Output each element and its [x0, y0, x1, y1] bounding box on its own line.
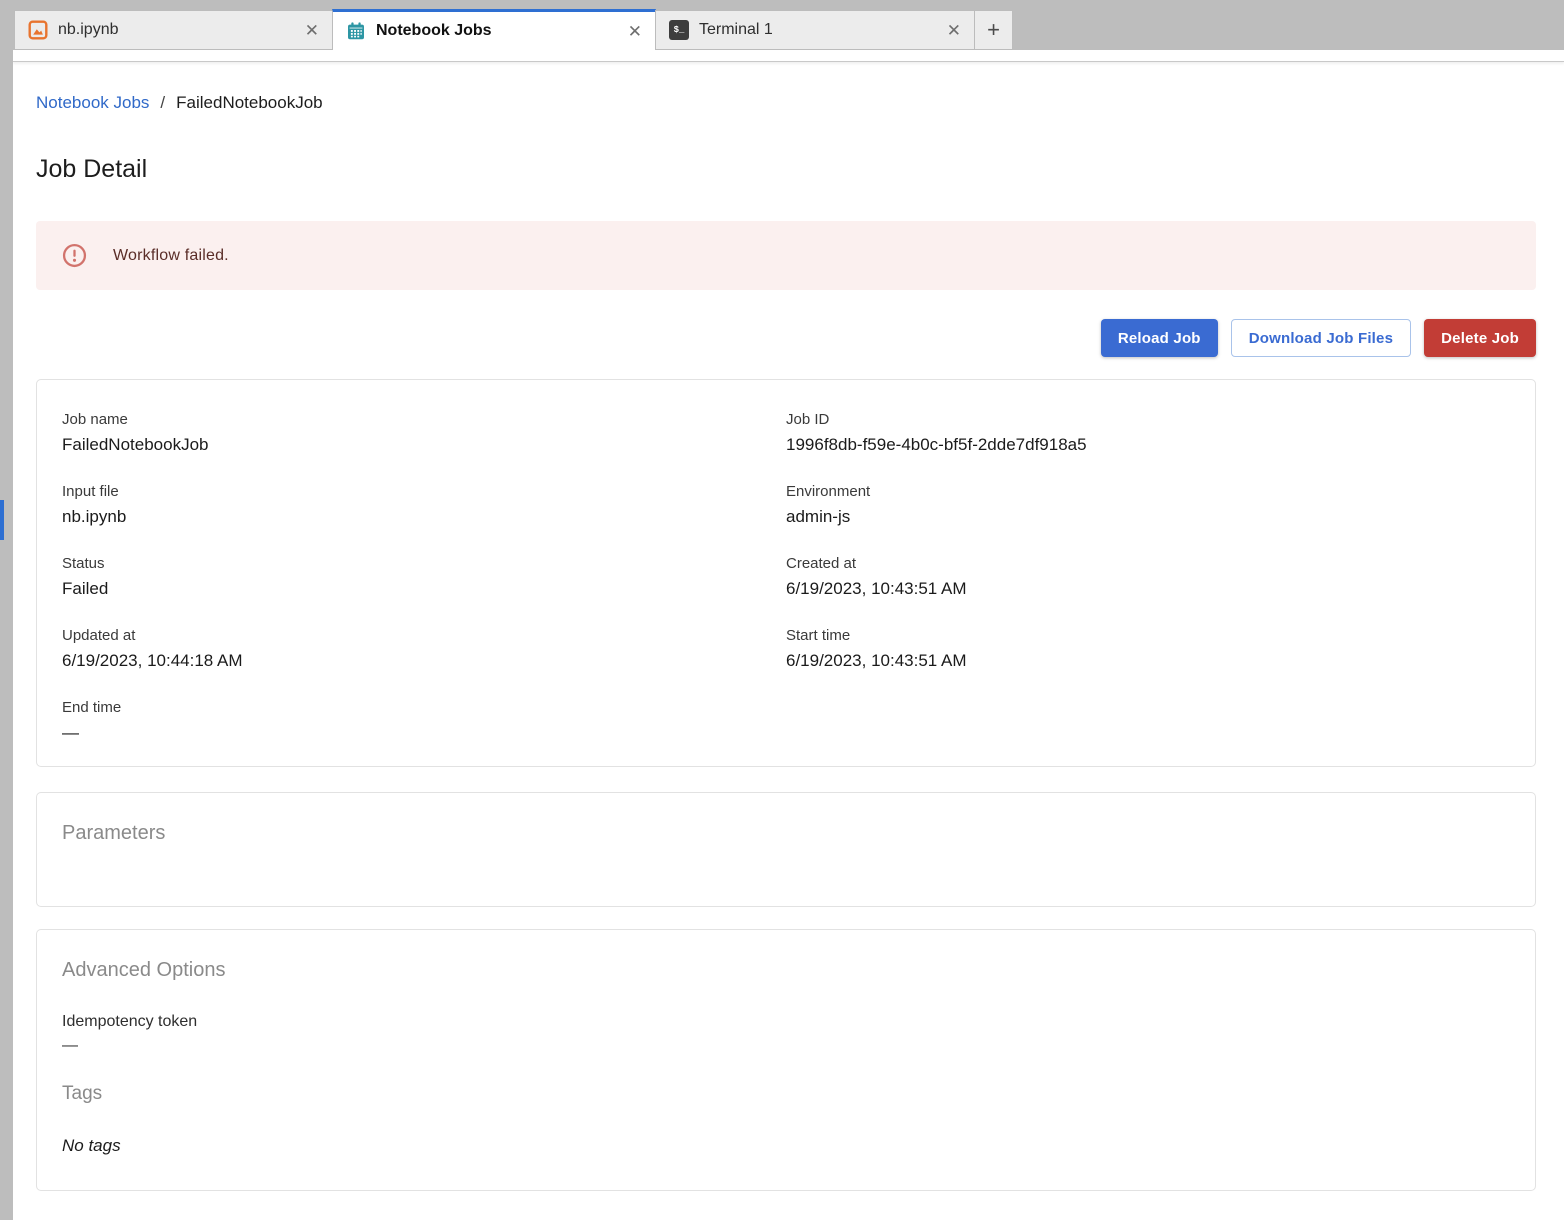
field-label: Start time: [786, 626, 1510, 646]
tabbar-divider: [13, 50, 1564, 62]
error-icon: [62, 243, 87, 268]
breadcrumb-separator: /: [160, 92, 165, 113]
breadcrumb: Notebook Jobs / FailedNotebookJob: [36, 92, 1536, 113]
tags-value: No tags: [62, 1134, 1510, 1158]
tab-notebook-jobs[interactable]: Notebook Jobs ✕: [332, 9, 656, 50]
breadcrumb-current: FailedNotebookJob: [176, 92, 322, 113]
field-start-time: Start time 6/19/2023, 10:43:51 AM: [786, 626, 1510, 673]
field-value: Failed: [62, 577, 786, 601]
field-environment: Environment admin-js: [786, 482, 1510, 529]
field-label: Job name: [62, 410, 786, 430]
field-input-file: Input file nb.ipynb: [62, 482, 786, 529]
left-sidebar-strip: [0, 0, 13, 1220]
field-value: nb.ipynb: [62, 505, 786, 529]
close-icon[interactable]: ✕: [305, 22, 319, 39]
field-updated-at: Updated at 6/19/2023, 10:44:18 AM: [62, 626, 786, 673]
notebook-icon: [28, 20, 48, 40]
field-value: 1996f8db-f59e-4b0c-bf5f-2dde7df918a5: [786, 433, 1510, 457]
details-left-column: Job name FailedNotebookJob Input file nb…: [62, 410, 786, 766]
new-tab-button[interactable]: +: [974, 10, 1013, 50]
parameters-card: Parameters: [36, 792, 1536, 907]
job-details-card: Job name FailedNotebookJob Input file nb…: [36, 379, 1536, 767]
advanced-options-card: Advanced Options Idempotency token — Tag…: [36, 929, 1536, 1191]
field-label: Input file: [62, 482, 786, 502]
idempotency-token-value: —: [62, 1034, 1510, 1058]
field-job-name: Job name FailedNotebookJob: [62, 410, 786, 457]
action-buttons: Reload Job Download Job Files Delete Job: [36, 319, 1536, 357]
tab-label: Terminal 1: [699, 21, 939, 39]
field-label: Status: [62, 554, 786, 574]
close-icon[interactable]: ✕: [628, 23, 642, 40]
tab-label: Notebook Jobs: [376, 22, 620, 40]
breadcrumb-link-notebook-jobs[interactable]: Notebook Jobs: [36, 92, 149, 113]
field-end-time: End time —: [62, 698, 786, 745]
error-alert: Workflow failed.: [36, 221, 1536, 290]
advanced-options-title: Advanced Options: [62, 958, 1510, 982]
field-value: 6/19/2023, 10:43:51 AM: [786, 649, 1510, 673]
tab-terminal-1[interactable]: $_ Terminal 1 ✕: [655, 10, 975, 50]
field-value: —: [62, 721, 786, 745]
download-job-files-button[interactable]: Download Job Files: [1231, 319, 1411, 357]
idempotency-token-label: Idempotency token: [62, 1010, 1510, 1034]
sidebar-accent-indicator: [0, 500, 4, 540]
field-value: FailedNotebookJob: [62, 433, 786, 457]
calendar-icon: [346, 21, 366, 41]
main-content: Notebook Jobs / FailedNotebookJob Job De…: [13, 62, 1564, 1220]
field-value: 6/19/2023, 10:43:51 AM: [786, 577, 1510, 601]
tags-label: Tags: [62, 1082, 1510, 1106]
field-label: Job ID: [786, 410, 1510, 430]
details-right-column: Job ID 1996f8db-f59e-4b0c-bf5f-2dde7df91…: [786, 410, 1510, 766]
page-title: Job Detail: [36, 154, 1536, 184]
field-job-id: Job ID 1996f8db-f59e-4b0c-bf5f-2dde7df91…: [786, 410, 1510, 457]
terminal-icon: $_: [669, 20, 689, 40]
reload-job-button[interactable]: Reload Job: [1101, 319, 1218, 357]
parameters-title: Parameters: [62, 821, 1510, 845]
tab-nb-ipynb[interactable]: nb.ipynb ✕: [14, 10, 333, 50]
field-label: Updated at: [62, 626, 786, 646]
close-icon[interactable]: ✕: [947, 22, 961, 39]
field-created-at: Created at 6/19/2023, 10:43:51 AM: [786, 554, 1510, 601]
field-value: admin-js: [786, 505, 1510, 529]
delete-job-button[interactable]: Delete Job: [1424, 319, 1536, 357]
field-status: Status Failed: [62, 554, 786, 601]
field-label: Environment: [786, 482, 1510, 502]
field-value: 6/19/2023, 10:44:18 AM: [62, 649, 786, 673]
field-label: Created at: [786, 554, 1510, 574]
tab-label: nb.ipynb: [58, 21, 297, 39]
alert-message: Workflow failed.: [113, 247, 229, 265]
tab-bar: nb.ipynb ✕ Notebook Jobs ✕ $_ Terminal 1: [13, 0, 1564, 50]
field-label: End time: [62, 698, 786, 718]
